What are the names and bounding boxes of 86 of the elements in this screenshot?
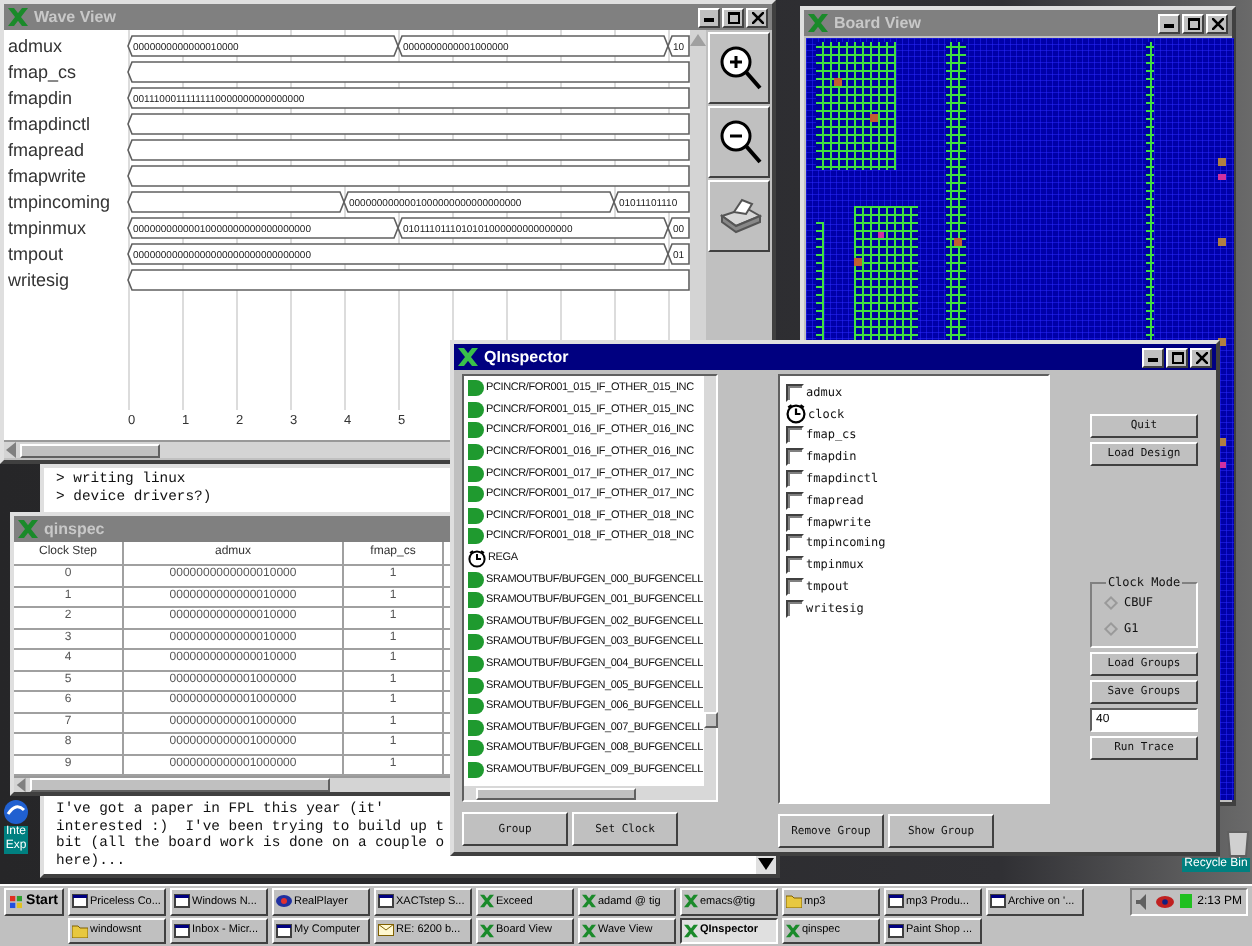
horizontal-scrollbar[interactable] [464, 786, 716, 800]
zoom-out-button[interactable] [708, 106, 770, 178]
close-button[interactable] [1190, 347, 1212, 367]
minimize-button[interactable] [1142, 347, 1164, 367]
x-logo-icon [18, 520, 38, 538]
maximize-button[interactable] [1182, 13, 1204, 33]
checkbox[interactable] [786, 534, 804, 553]
window-icon [888, 894, 904, 909]
window-title: Wave View [34, 8, 116, 26]
window-icon [888, 923, 904, 938]
zoom-out-icon [717, 118, 761, 166]
checkbox[interactable] [786, 448, 804, 467]
checkbox[interactable] [786, 426, 804, 445]
checkbox[interactable] [786, 578, 804, 597]
eye-icon[interactable] [1155, 895, 1174, 908]
recycle-bin-icon[interactable] [1224, 826, 1252, 858]
envelope-icon [378, 924, 394, 937]
folder-icon [72, 923, 88, 938]
horizontal-scrollbar[interactable] [14, 776, 456, 792]
speaker-icon[interactable] [1135, 893, 1150, 910]
signal-name: fmapwrite [6, 163, 89, 189]
zoom-in-icon [717, 44, 761, 92]
maximize-button[interactable] [1166, 347, 1188, 367]
scrollbar-thumb[interactable] [476, 787, 636, 799]
vertical-scrollbar[interactable] [703, 376, 716, 786]
signal-name: fmap_cs [6, 59, 79, 85]
window-title: qinspec [44, 520, 105, 538]
checkbox[interactable] [786, 491, 804, 510]
window-title: Board View [834, 14, 921, 32]
signal-name: tmpinmux [6, 215, 89, 241]
window-icon [276, 923, 292, 938]
close-icon [1195, 351, 1207, 363]
signal-name: fmapread [6, 137, 87, 163]
x-logo-icon [684, 923, 698, 938]
close-button[interactable] [1206, 13, 1228, 33]
zoom-in-button[interactable] [708, 32, 770, 104]
x-logo-icon [480, 923, 494, 938]
minimize-button[interactable] [1158, 13, 1180, 33]
checkbox[interactable] [786, 556, 804, 575]
x-logo-icon [684, 894, 698, 909]
maximize-button[interactable] [722, 7, 744, 27]
minimize-button[interactable] [698, 7, 720, 27]
checkbox[interactable] [786, 470, 804, 489]
minimize-icon [1164, 18, 1174, 28]
minimize-icon [1148, 352, 1158, 362]
maximize-icon [1187, 17, 1199, 29]
maximize-icon [727, 11, 739, 23]
checkbox[interactable] [786, 383, 804, 402]
signal-name: admux [6, 33, 65, 59]
window-icon [174, 923, 190, 938]
signal-name: tmpincoming [6, 189, 113, 215]
folder-icon [786, 894, 802, 909]
clock-icon [786, 404, 806, 425]
checkbox[interactable] [786, 513, 804, 532]
radio-button[interactable] [1103, 595, 1119, 611]
clock-icon [468, 549, 486, 568]
print-button[interactable] [708, 180, 770, 252]
close-icon [751, 11, 763, 23]
close-icon [1211, 17, 1223, 29]
signal-name: fmapdin [6, 85, 75, 111]
x-logo-icon [458, 348, 478, 366]
signal-name: fmapdinctl [6, 111, 93, 137]
x-logo-icon [582, 923, 596, 938]
minimize-icon [704, 12, 714, 22]
windows-logo-icon [10, 893, 23, 910]
globe-icon[interactable] [2, 798, 30, 826]
x-logo-icon [582, 894, 596, 909]
close-button[interactable] [746, 7, 768, 27]
window-title: QInspector [484, 348, 569, 366]
scrollbar-thumb[interactable] [30, 778, 330, 792]
x-logo-icon [8, 8, 28, 26]
scrollbar-thumb[interactable] [703, 712, 718, 728]
signal-name: writesig [6, 267, 72, 293]
window-icon [990, 894, 1006, 909]
x-logo-icon [808, 14, 828, 32]
maximize-icon [1171, 351, 1183, 363]
window-icon [174, 894, 190, 909]
player-icon [276, 894, 292, 909]
x-logo-icon [786, 923, 800, 938]
window-icon [72, 894, 88, 909]
signal-name: tmpout [6, 241, 66, 267]
radio-button[interactable] [1103, 621, 1119, 637]
scrollbar-thumb[interactable] [20, 443, 160, 457]
window-icon [378, 894, 394, 909]
printer-icon [717, 198, 761, 234]
x-logo-icon [480, 894, 494, 909]
